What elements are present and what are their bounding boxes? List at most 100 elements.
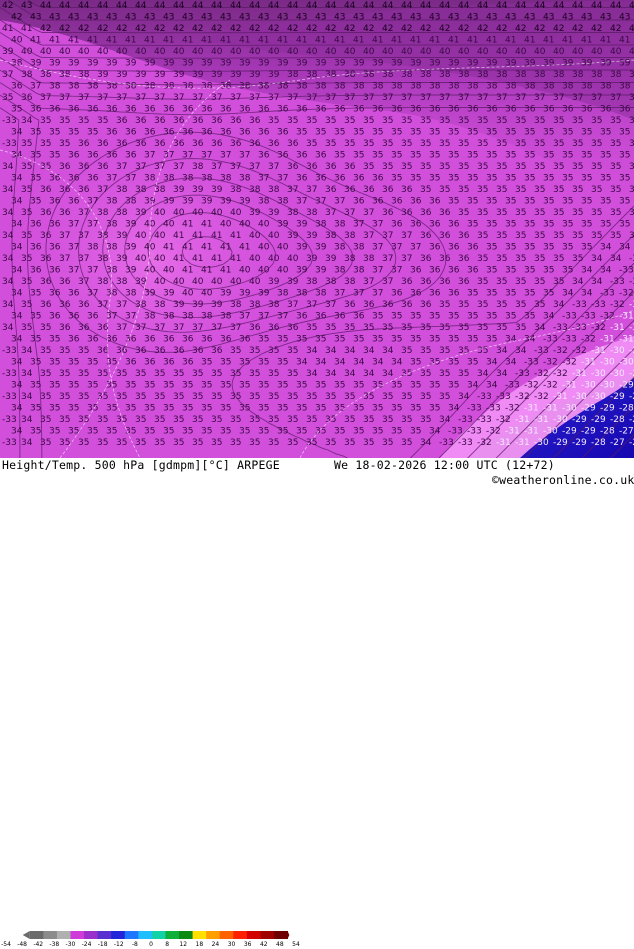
- contour-value-label: 42: [211, 24, 222, 34]
- contour-value-label: 34: [315, 358, 327, 368]
- contour-value-label: 36: [106, 128, 118, 138]
- contour-value-label: 43: [258, 13, 269, 23]
- contour-value-label: 35: [515, 231, 526, 241]
- contour-value-label: 44: [211, 1, 223, 11]
- contour-value-label: 35: [277, 381, 288, 391]
- contour-value-label: 35: [97, 116, 108, 126]
- contour-value-label: 39: [192, 185, 204, 195]
- contour-value-label: 42: [363, 24, 374, 34]
- contour-value-label: 35: [477, 208, 488, 218]
- contour-value-label: -31: [515, 438, 530, 448]
- contour-value-label: 38: [97, 277, 109, 287]
- contour-value-label: 42: [458, 24, 469, 34]
- contour-value-label: 34: [11, 289, 23, 299]
- contour-value-label: 35: [458, 323, 469, 333]
- contour-value-label: 35: [211, 392, 222, 402]
- contour-value-label: 36: [581, 105, 593, 115]
- contour-value-label: 36: [448, 105, 460, 115]
- contour-value-label: 38: [553, 70, 565, 80]
- contour-value-label: 39: [258, 289, 270, 299]
- contour-value-label: 35: [534, 277, 545, 287]
- contour-value-label: 35: [410, 381, 421, 391]
- contour-value-label: 35: [192, 392, 203, 402]
- contour-value-label: 35: [325, 323, 336, 333]
- contour-value-label: 42: [11, 13, 22, 23]
- contour-value-label: 35: [106, 381, 117, 391]
- colorbar-swatch: [179, 931, 194, 939]
- contour-value-label: 44: [325, 1, 337, 11]
- contour-value-label: -29: [581, 427, 596, 437]
- contour-value-label: 35: [306, 392, 317, 402]
- contour-value-label: 35: [21, 185, 32, 195]
- contour-value-label: 37: [87, 266, 98, 276]
- contour-value-label: 34: [306, 346, 318, 356]
- colorbar-tick-label: 36: [243, 941, 252, 948]
- contour-value-label: 37: [173, 93, 184, 103]
- contour-value-label: 37: [591, 93, 602, 103]
- contour-value-label: 42: [496, 24, 507, 34]
- contour-value-label: 41: [182, 243, 193, 253]
- contour-value-label: -33: [600, 289, 615, 299]
- contour-value-label: 40: [173, 47, 185, 57]
- contour-value-label: 38: [363, 254, 375, 264]
- contour-value-label: 39: [125, 243, 137, 253]
- contour-value-label: 44: [154, 1, 166, 11]
- contour-value-label: 35: [619, 128, 630, 138]
- contour-value-label: 36: [135, 346, 147, 356]
- contour-value-label: 35: [21, 139, 32, 149]
- contour-value-label: 35: [87, 381, 98, 391]
- colorbar-swatch: [56, 931, 71, 939]
- contour-value-label: 42: [59, 24, 70, 34]
- colorbar-tick-label: 12: [179, 941, 188, 948]
- contour-value-label: -31: [581, 358, 596, 368]
- contour-value-label: 39: [296, 59, 308, 69]
- contour-value-label: -28: [610, 415, 625, 425]
- contour-value-label: 42: [477, 24, 488, 34]
- contour-value-label: 40: [477, 47, 489, 57]
- contour-value-label: 39: [125, 220, 137, 230]
- contour-value-label: 43: [125, 13, 136, 23]
- contour-value-label: 35: [391, 174, 402, 184]
- contour-value-label: 40: [239, 266, 251, 276]
- contour-value-label: 36: [429, 243, 441, 253]
- contour-value-label: 36: [439, 254, 451, 264]
- contour-value-label: 39: [268, 208, 280, 218]
- contour-value-label: 41: [192, 254, 203, 264]
- contour-value-label: 35: [372, 151, 383, 161]
- contour-value-label: 41: [220, 36, 231, 46]
- contour-value-label: 35: [315, 404, 326, 414]
- contour-value-label: 37: [334, 289, 345, 299]
- contour-value-label: 37: [144, 151, 155, 161]
- contour-value-label: 36: [97, 139, 109, 149]
- contour-value-label: 35: [515, 323, 526, 333]
- contour-value-label: 35: [562, 266, 573, 276]
- contour-value-label: 40: [163, 266, 175, 276]
- contour-value-label: 43: [353, 13, 364, 23]
- contour-value-label: 35: [239, 358, 250, 368]
- contour-value-label: 38: [610, 70, 622, 80]
- contour-value-label: 36: [87, 335, 99, 345]
- contour-value-label: 35: [448, 197, 459, 207]
- contour-value-label: 35: [515, 185, 526, 195]
- contour-value-label: 36: [401, 277, 413, 287]
- contour-value-label: 37: [230, 162, 241, 172]
- contour-value-label: 37: [211, 93, 222, 103]
- contour-value-label: 36: [249, 323, 261, 333]
- contour-value-label: 35: [477, 323, 488, 333]
- contour-value-label: 36: [287, 162, 299, 172]
- contour-value-label: 36: [448, 243, 460, 253]
- contour-value-label: 37: [182, 151, 193, 161]
- contour-value-label: 37: [306, 93, 317, 103]
- contour-value-label: 41: [182, 220, 193, 230]
- contour-value-label: 36: [268, 323, 280, 333]
- contour-value-label: 37: [78, 254, 89, 264]
- contour-value-label: 35: [524, 243, 535, 253]
- contour-value-label: 35: [515, 208, 526, 218]
- contour-value-label: 43: [106, 13, 117, 23]
- contour-value-label: -32: [515, 392, 530, 402]
- contour-value-label: 36: [458, 277, 470, 287]
- contour-value-label: 35: [401, 162, 412, 172]
- contour-value-label: 37: [277, 312, 288, 322]
- contour-value-label: -33: [486, 404, 501, 414]
- contour-value-label: 36: [30, 266, 42, 276]
